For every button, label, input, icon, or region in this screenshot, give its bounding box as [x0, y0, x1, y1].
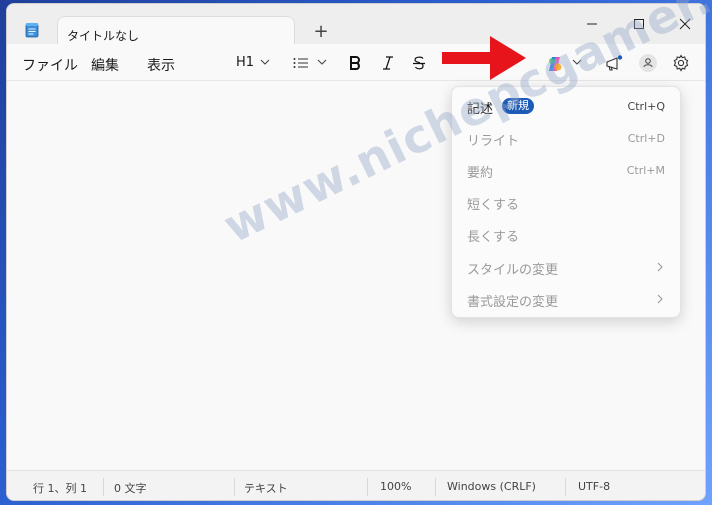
chevron-right-icon [657, 262, 663, 272]
heading-dropdown[interactable]: H1 [236, 55, 254, 70]
menu-bar: ファイル 編集 表示 H1 [7, 44, 705, 81]
gear-icon [673, 54, 689, 72]
copilot-dropdown-menu: 記述 新規 Ctrl+Q リライト Ctrl+D 要約 Ctrl+M 短くする … [451, 86, 681, 318]
tab-title: タイトルなし [67, 29, 140, 43]
heading-chevron-icon [260, 58, 270, 80]
menu-view[interactable]: 表示 [147, 55, 175, 75]
maximize-icon [634, 19, 644, 29]
status-divider [234, 478, 235, 496]
menu-item-lengthen[interactable]: 長くする [452, 218, 680, 250]
status-divider [565, 478, 566, 496]
megaphone-icon [606, 55, 623, 71]
menu-file[interactable]: ファイル [22, 55, 78, 75]
status-divider [103, 478, 104, 496]
avatar-icon [639, 54, 657, 72]
italic-button[interactable] [382, 55, 394, 77]
menu-edit[interactable]: 編集 [91, 55, 119, 75]
list-icon [293, 58, 308, 68]
new-badge: 新規 [502, 98, 534, 114]
close-icon [679, 18, 691, 30]
menu-item-label: 要約 [467, 166, 494, 181]
menu-item-rewrite[interactable]: リライト Ctrl+D [452, 122, 680, 154]
menu-item-shortcut: Ctrl+M [626, 164, 665, 177]
maximize-button[interactable] [619, 10, 659, 38]
menu-item-shortcut: Ctrl+Q [627, 100, 665, 113]
minimize-icon [587, 23, 597, 25]
menu-item-label: 長くする [467, 230, 520, 245]
menu-item-change-format[interactable]: 書式設定の変更 [452, 283, 680, 315]
menu-item-label: 記述 [467, 102, 494, 117]
notepad-icon [25, 23, 39, 38]
status-bar: 行 1、列 1 0 文字 テキスト 100% Windows (CRLF) UT… [7, 470, 705, 500]
close-button[interactable] [665, 10, 705, 38]
status-divider [435, 478, 436, 496]
settings-button[interactable] [672, 54, 690, 76]
minimize-button[interactable] [572, 10, 612, 38]
list-button[interactable] [293, 57, 309, 79]
menu-item-change-style[interactable]: スタイルの変更 [452, 251, 680, 283]
menu-item-write[interactable]: 記述 新規 Ctrl+Q [452, 90, 680, 122]
status-position: 行 1、列 1 [33, 482, 87, 495]
account-button[interactable] [638, 53, 658, 75]
bold-button[interactable] [349, 55, 361, 77]
menu-item-label: 書式設定の変更 [467, 295, 559, 310]
title-bar: タイトルなし + [7, 4, 705, 49]
status-line-ending[interactable]: Windows (CRLF) [447, 480, 536, 493]
menu-item-summarize[interactable]: 要約 Ctrl+M [452, 154, 680, 186]
menu-item-shorten[interactable]: 短くする [452, 186, 680, 218]
copilot-button[interactable] [547, 56, 563, 78]
notepad-window: タイトルなし + ファイル 編集 表示 H1 行 1、列 1 0 文字 テキスト… [6, 3, 706, 501]
heading-label: H1 [236, 55, 255, 70]
status-char-count: 0 文字 [114, 482, 147, 495]
italic-icon [383, 56, 393, 70]
strikethrough-icon [413, 56, 425, 70]
status-zoom[interactable]: 100% [380, 480, 411, 493]
copilot-icon [549, 57, 562, 71]
menu-item-shortcut: Ctrl+D [627, 132, 665, 145]
menu-item-label: 短くする [467, 198, 520, 213]
bold-icon [350, 56, 360, 70]
copilot-chevron-icon[interactable] [572, 58, 582, 80]
list-chevron-icon [317, 58, 327, 80]
menu-item-label: リライト [467, 134, 520, 149]
menu-item-label: スタイルの変更 [467, 263, 559, 278]
chevron-right-icon [657, 294, 663, 304]
whats-new-button[interactable] [605, 55, 623, 77]
status-encoding[interactable]: UTF-8 [578, 480, 610, 493]
status-divider [367, 478, 368, 496]
new-tab-button[interactable]: + [309, 20, 333, 44]
status-format[interactable]: テキスト [244, 480, 288, 496]
strikethrough-button[interactable] [412, 55, 426, 77]
